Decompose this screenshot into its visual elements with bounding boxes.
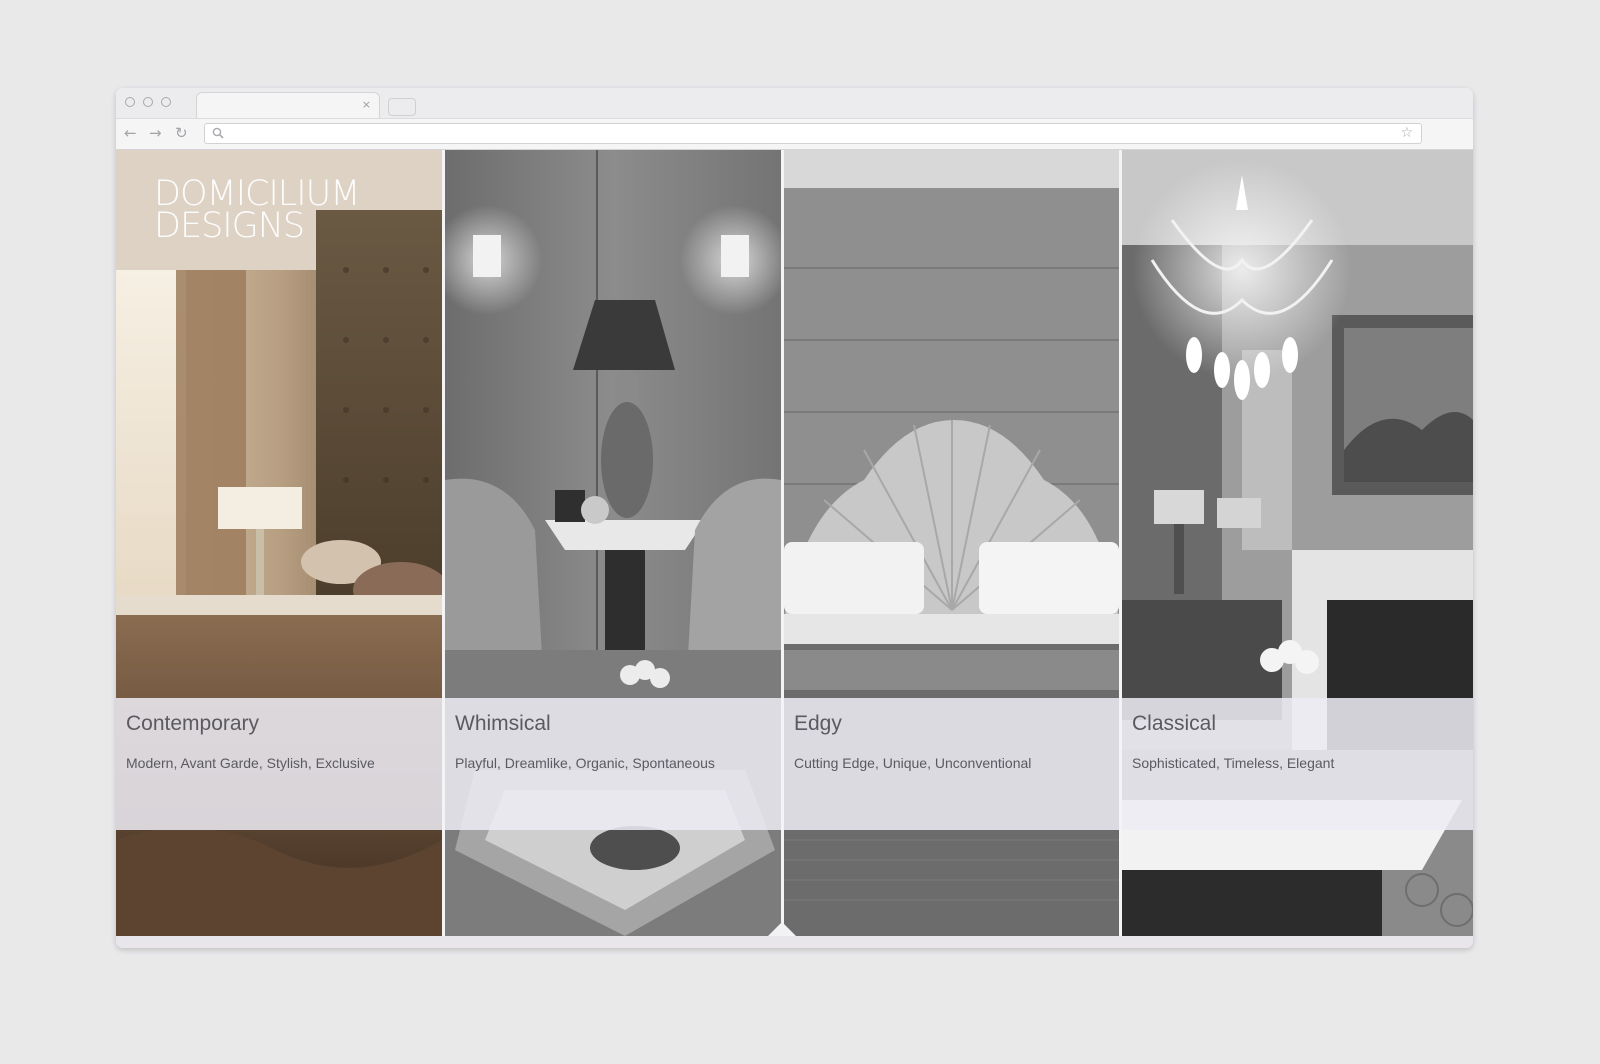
panel-subtitle: Playful, Dreamlike, Organic, Spontaneous	[455, 755, 715, 771]
navigation-bar: ← → ↻ ☆	[116, 118, 1473, 150]
panel-classical[interactable]: Classical Sophisticated, Timeless, Elega…	[1122, 150, 1473, 936]
address-bar[interactable]: ☆	[204, 123, 1422, 144]
search-icon	[212, 127, 224, 139]
panel-title: Edgy	[794, 712, 842, 735]
tab-bar: ×	[116, 88, 1473, 119]
panel-caption: Classical Sophisticated, Timeless, Elega…	[1122, 698, 1473, 830]
forward-arrow-icon[interactable]: →	[149, 124, 162, 142]
browser-tab[interactable]: ×	[196, 92, 380, 119]
panel-whimsical[interactable]: Whimsical Playful, Dreamlike, Organic, S…	[445, 150, 781, 936]
tab-close-icon[interactable]: ×	[362, 99, 371, 111]
logo-line-2: DESIGNS	[154, 206, 305, 246]
close-window-button[interactable]	[125, 97, 135, 107]
reload-icon[interactable]: ↻	[175, 124, 188, 142]
panel-contemporary[interactable]: DOMICILIUM DESIGNS Contemporary Modern, …	[116, 150, 442, 936]
panel-caption: Contemporary Modern, Avant Garde, Stylis…	[116, 698, 442, 830]
panel-title: Classical	[1132, 712, 1217, 735]
site-logo[interactable]: DOMICILIUM DESIGNS	[154, 177, 360, 246]
panel-caption: Whimsical Playful, Dreamlike, Organic, S…	[445, 698, 781, 830]
scroll-down-tab[interactable]	[768, 922, 796, 936]
new-tab-button[interactable]	[388, 98, 416, 116]
browser-window: × ← → ↻ ☆ DOMICILIUM DESIGNS Contemporar…	[116, 88, 1473, 948]
panel-caption: Edgy Cutting Edge, Unique, Unconventiona…	[784, 698, 1119, 830]
panel-subtitle: Sophisticated, Timeless, Elegant	[1132, 755, 1335, 771]
panel-title: Whimsical	[455, 712, 551, 735]
panel-title: Contemporary	[126, 712, 260, 735]
minimize-window-button[interactable]	[143, 97, 153, 107]
browser-bottom-bar	[116, 936, 1473, 948]
panel-subtitle: Modern, Avant Garde, Stylish, Exclusive	[126, 755, 375, 771]
page-viewport: DOMICILIUM DESIGNS Contemporary Modern, …	[116, 150, 1473, 936]
maximize-window-button[interactable]	[161, 97, 171, 107]
panel-subtitle: Cutting Edge, Unique, Unconventional	[794, 755, 1032, 771]
bookmark-star-icon[interactable]: ☆	[1400, 126, 1413, 140]
back-arrow-icon[interactable]: ←	[124, 124, 137, 142]
panel-edgy[interactable]: Edgy Cutting Edge, Unique, Unconventiona…	[784, 150, 1119, 936]
